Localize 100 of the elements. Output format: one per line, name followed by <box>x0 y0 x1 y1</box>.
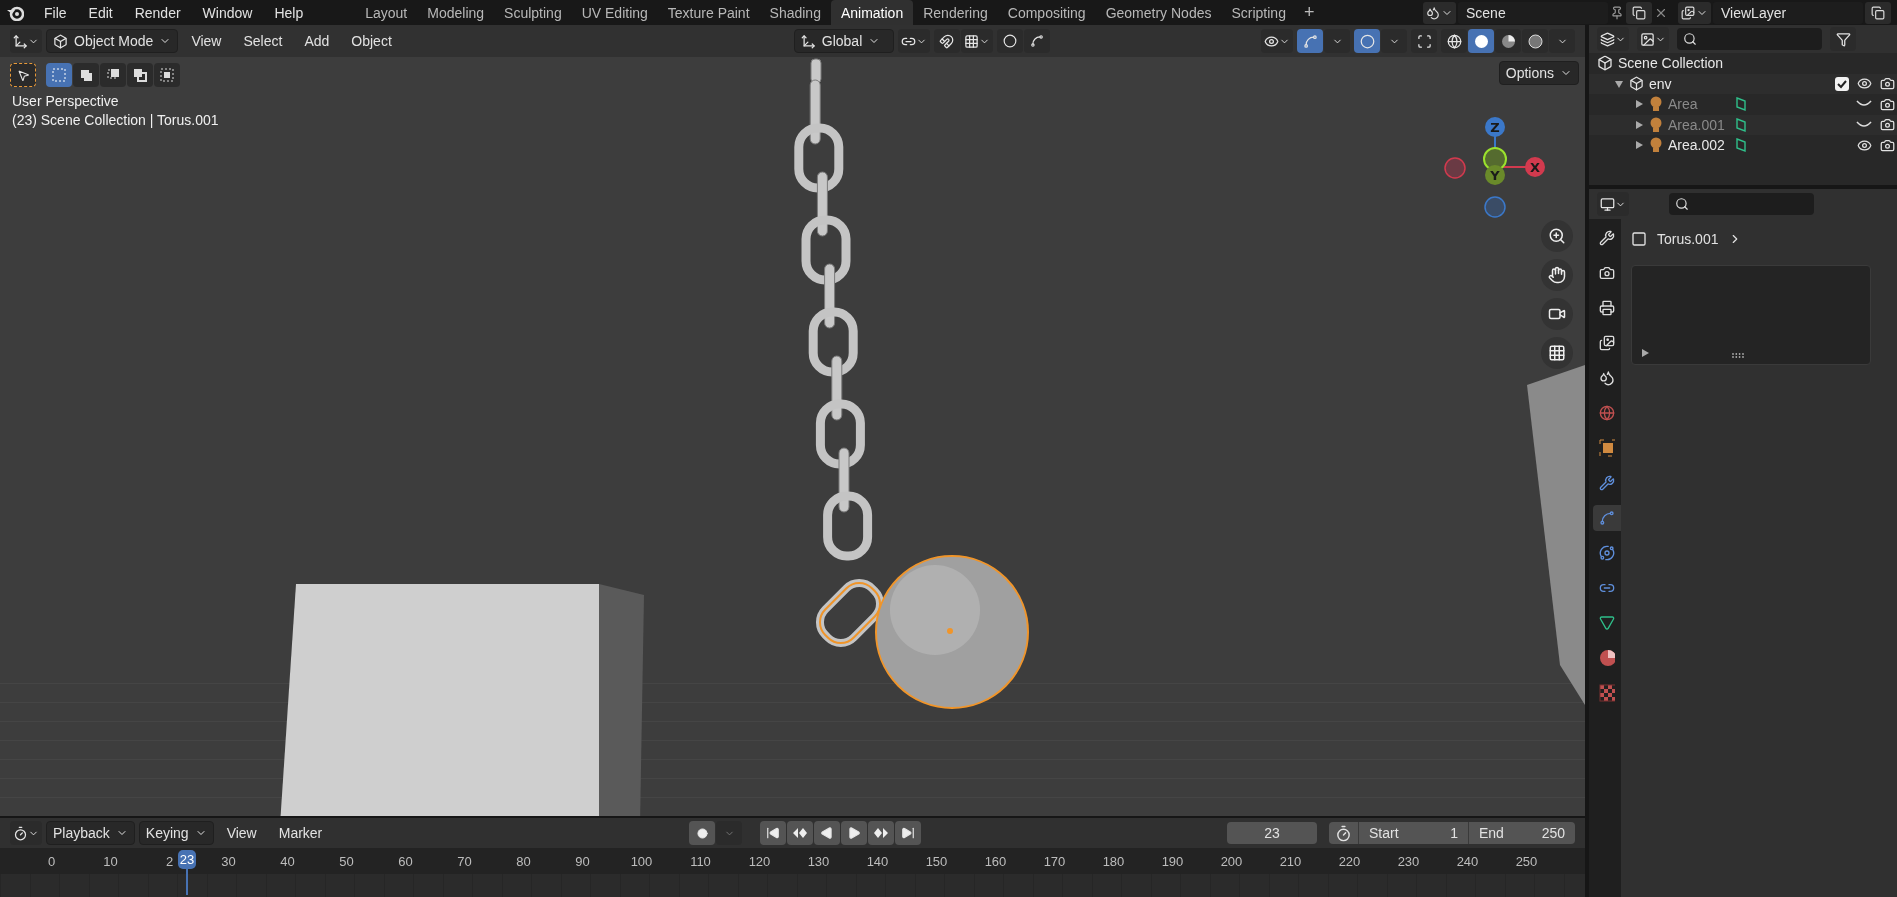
menu-item[interactable]: Select <box>234 29 292 53</box>
checkbox[interactable] <box>1835 76 1849 91</box>
record-button[interactable] <box>689 821 716 845</box>
editor-type-button[interactable] <box>10 29 42 53</box>
workspace-tab[interactable]: Sculpting <box>494 0 572 25</box>
scene-field[interactable]: Scene <box>1458 1 1608 24</box>
menu-item[interactable]: View <box>217 821 266 845</box>
end-frame-field[interactable]: End 250 <box>1468 822 1575 844</box>
filter-mode-button[interactable] <box>1637 27 1669 51</box>
menu-item[interactable]: Marker <box>269 821 332 845</box>
pan-button[interactable] <box>1541 259 1573 291</box>
pin-icon[interactable] <box>1610 5 1624 20</box>
axis-handle[interactable]: X <box>1525 157 1545 177</box>
eye-icon[interactable] <box>1857 76 1872 92</box>
start-frame-field[interactable]: Start 1 <box>1358 822 1468 844</box>
orientation-dropdown[interactable]: Global <box>793 29 894 53</box>
closed-eye-icon[interactable] <box>1856 119 1872 130</box>
expand-arrow-icon[interactable] <box>1640 348 1650 358</box>
menu-dropdown[interactable]: Keying <box>138 821 214 845</box>
expand-arrow-icon[interactable] <box>1634 140 1644 151</box>
shading-button[interactable] <box>1495 29 1521 53</box>
gizmo-toggle-button[interactable] <box>1297 29 1323 53</box>
menu-item[interactable]: Edit <box>78 0 123 25</box>
camera-icon[interactable] <box>1880 117 1895 133</box>
grip-icon[interactable] <box>1732 353 1744 358</box>
workspace-tab[interactable]: UV Editing <box>571 0 658 25</box>
outliner-item[interactable]: Area <box>1668 96 1728 113</box>
workspace-tab[interactable]: Geometry Nodes <box>1095 0 1222 25</box>
outliner-item[interactable]: env <box>1649 75 1672 92</box>
menu-item[interactable]: Window <box>192 0 263 25</box>
workspace-tab[interactable]: Modeling <box>417 0 495 25</box>
blender-logo-icon[interactable] <box>6 4 24 21</box>
play-reverse-button[interactable] <box>814 821 841 845</box>
filter-button[interactable] <box>1830 27 1856 51</box>
workspace-tab[interactable]: Texture Paint <box>657 0 760 25</box>
search-field[interactable] <box>1669 193 1814 215</box>
visibility-button[interactable] <box>1261 29 1293 53</box>
overlay-toggle-button[interactable] <box>1354 29 1380 53</box>
options-dropdown[interactable]: Options <box>1498 61 1579 85</box>
axis-handle[interactable] <box>1484 196 1506 218</box>
select-tool-button[interactable] <box>10 63 36 87</box>
workspace-tab[interactable]: Shading <box>759 0 831 25</box>
expand-arrow-icon[interactable] <box>1634 119 1644 130</box>
shading-button[interactable] <box>1522 29 1548 53</box>
new-view-layer-button[interactable] <box>1865 1 1891 24</box>
menu-item[interactable]: View <box>182 29 231 53</box>
display-mode-button[interactable] <box>1597 27 1629 51</box>
add-workspace-button[interactable]: + <box>1295 0 1323 25</box>
expand-arrow-icon[interactable] <box>1634 99 1644 110</box>
view-layer-field[interactable]: ViewLayer <box>1713 1 1863 24</box>
axis-handle[interactable]: Z <box>1485 117 1505 137</box>
menu-item[interactable]: Object <box>342 29 401 53</box>
workspace-tab[interactable]: Layout <box>355 0 418 25</box>
zoom-button[interactable] <box>1541 220 1573 252</box>
play-button[interactable] <box>841 821 868 845</box>
select-mode-button[interactable] <box>154 63 180 87</box>
stopwatch-icon[interactable] <box>1335 824 1352 842</box>
view-layer-browse-button[interactable] <box>1678 1 1711 24</box>
menu-item[interactable]: Help <box>264 0 314 25</box>
mode-dropdown[interactable]: Object Mode <box>46 29 179 53</box>
xray-button[interactable] <box>1411 29 1437 53</box>
axis-handle[interactable]: Y <box>1485 165 1505 185</box>
camera-view-button[interactable] <box>1541 298 1573 330</box>
menu-dropdown[interactable]: Playback <box>46 821 135 845</box>
workspace-tab[interactable]: Rendering <box>913 0 998 25</box>
eye-icon[interactable] <box>1857 137 1872 153</box>
search-field[interactable] <box>1677 28 1822 50</box>
falloff-button[interactable] <box>1023 29 1050 53</box>
camera-icon[interactable] <box>1880 137 1895 153</box>
outliner-item[interactable]: Area.002 <box>1668 137 1728 154</box>
pivot-button[interactable] <box>897 29 930 53</box>
workspace-tab[interactable]: Compositing <box>997 0 1096 25</box>
editor-type-button[interactable] <box>10 821 42 845</box>
snap-button[interactable] <box>933 29 960 53</box>
prev-keyframe-button[interactable] <box>787 821 814 845</box>
menu-item[interactable]: Render <box>124 0 191 25</box>
shading-button[interactable] <box>1441 29 1467 53</box>
outliner-item[interactable]: Scene Collection <box>1618 55 1724 72</box>
next-keyframe-button[interactable] <box>868 821 895 845</box>
jump-end-button[interactable] <box>895 821 922 845</box>
new-scene-button[interactable] <box>1626 1 1652 24</box>
proportional-edit-button[interactable] <box>996 29 1023 53</box>
editor-type-button[interactable] <box>1597 192 1629 216</box>
select-mode-button[interactable] <box>73 63 99 87</box>
select-mode-button[interactable] <box>127 63 153 87</box>
shading-button[interactable] <box>1468 29 1494 53</box>
camera-icon[interactable] <box>1880 96 1895 112</box>
scene-browse-button[interactable] <box>1423 1 1456 24</box>
select-mode-button[interactable] <box>100 63 126 87</box>
jump-start-button[interactable] <box>760 821 787 845</box>
current-frame-field[interactable]: 23 <box>1227 822 1317 844</box>
camera-icon[interactable] <box>1880 76 1895 92</box>
outliner-item[interactable]: Area.001 <box>1668 116 1728 133</box>
workspace-tab[interactable]: Animation <box>830 0 914 25</box>
menu-item[interactable]: File <box>34 0 77 25</box>
snap-target-button[interactable] <box>960 29 993 53</box>
workspace-tab[interactable]: Scripting <box>1221 0 1296 25</box>
menu-item[interactable]: Add <box>295 29 339 53</box>
ortho-toggle-button[interactable] <box>1541 337 1573 369</box>
expand-arrow-icon[interactable] <box>1614 78 1624 89</box>
